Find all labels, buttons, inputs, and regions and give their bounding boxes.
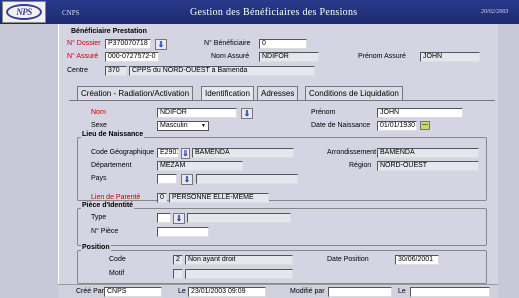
departement-field[interactable]: MEZAM [157,161,243,171]
sexe-label: Sexe [91,122,107,129]
nom-assure-label: Nom Assuré [211,53,250,60]
lien-parente-label: Lien de Parenté [91,194,141,201]
pays-name-field[interactable] [196,174,298,184]
region-field[interactable]: NORD-OUEST [377,161,479,171]
modifie-le-label: Le [398,288,406,295]
app-title: Gestion des Bénéficiaires des Pensions [190,7,358,18]
prenom-label: Prénom [311,109,336,116]
down-arrow-icon: ⇓ [175,214,183,223]
piece-identite-title: Pièce d'Identité [81,202,135,209]
num-benef-field[interactable]: 0 [259,39,307,49]
position-code-num[interactable]: 2 [173,255,183,265]
pays-label: Pays [91,175,107,182]
pays-lookup-button[interactable]: ⇓ [181,174,193,185]
prenom-assure-label: Prénom Assuré [358,53,406,60]
position-code-label: Code [109,256,126,263]
code-geo-label: Code Géographique [91,149,155,156]
title-bar: NPS CNPS Gestion des Bénéficiaires des P… [0,0,519,24]
modifie-le-field[interactable] [410,287,490,297]
motif-label: Motif [109,270,125,277]
cree-le-field[interactable]: 23/01/2003 09:09 [188,287,266,297]
down-arrow-icon: ⇓ [182,149,189,158]
departement-label: Département [91,162,132,169]
cree-par-field[interactable]: CNPS [104,287,162,297]
arrondissement-field[interactable]: BAMENDA [377,148,479,158]
arrondissement-label: Arrondissement [327,149,377,156]
nom-label: Nom [91,109,106,116]
centre-label: Centre [67,67,89,74]
sexe-value: Masculin [160,122,188,129]
prenom-field[interactable]: JOHN [377,108,463,118]
section-title-beneficiary: Bénéficiaire Prestation [71,28,147,35]
dossier-label: N° Dossier [67,40,101,47]
lieu-naissance-title: Lieu de Naissance [81,131,145,138]
lien-parente-code[interactable]: 0 [157,193,167,203]
numero-piece-label: N° Pièce [91,228,119,235]
tab-identification[interactable]: Identification [201,86,254,100]
calendar-icon[interactable] [420,121,430,130]
logo-text: NPS [6,4,42,20]
code-geo-field[interactable]: E2901 [157,148,179,158]
chevron-down-icon: ▼ [201,123,206,129]
centre-code-field[interactable]: 370 [105,66,127,76]
dossier-lookup-button[interactable]: ⇓ [155,39,167,50]
header-date: 20/02/2003 [481,9,509,15]
type-piece-label: Type [91,214,107,221]
lien-parente-field[interactable]: PERSONNE ELLE-MÊME [169,193,269,203]
tab-creation-radiation[interactable]: Création - Radiation/Activation [77,86,194,100]
assure-label: N° Assuré [67,53,99,60]
date-naissance-field[interactable]: 01/01/1930 [377,121,417,131]
tab-conditions-liquidation[interactable]: Conditions de Liquidation [305,86,403,100]
assure-field[interactable]: 000-0727572-0 [105,52,159,62]
num-benef-label: N° Bénéficiaire [204,40,251,47]
cree-le-label: Le [178,288,186,295]
modifie-par-field[interactable] [328,287,392,297]
down-arrow-icon: ⇓ [183,175,191,184]
nom-assure-field[interactable]: NDIFOR [259,52,319,62]
tab-divider [69,100,495,101]
type-piece-name-field[interactable] [187,213,291,223]
motif-field[interactable] [185,269,293,279]
code-geo-name-field[interactable]: BAMENDA [192,148,294,158]
position-code-field[interactable]: Non ayant droit [185,255,293,265]
down-arrow-icon: ⇓ [243,109,251,118]
down-arrow-icon: ⇓ [157,40,165,49]
date-position-label: Date Position [327,256,369,263]
centre-name-field[interactable]: CPPS du NORD-OUEST à Bamenda [129,66,315,76]
cnps-logo: NPS [2,1,46,23]
dossier-field[interactable]: P370070718 [105,39,151,49]
numero-piece-field[interactable] [157,227,209,237]
org-name: CNPS [62,9,80,17]
code-geo-lookup-button[interactable]: ⇓ [181,148,190,159]
audit-footer: Créé Par CNPS Le 23/01/2003 09:09 Modifi… [58,284,498,298]
nom-lookup-button[interactable]: ⇓ [241,108,253,119]
modifie-par-label: Modifié par [290,288,325,295]
motif-code[interactable] [173,269,183,279]
tab-adresses[interactable]: Adresses [257,86,299,100]
prenom-assure-field[interactable]: JOHN [420,52,480,62]
main-panel: Bénéficiaire Prestation N° Dossier P3700… [58,24,498,298]
region-label: Région [349,162,372,169]
date-naissance-label: Date de Naissance [311,122,371,129]
pays-field[interactable] [157,174,177,184]
type-piece-lookup-button[interactable]: ⇓ [173,213,185,224]
nom-field[interactable]: NDIFOR [157,108,237,118]
type-piece-field[interactable] [157,213,171,223]
position-title: Position [81,244,111,251]
cree-par-label: Créé Par [76,288,105,295]
date-position-field[interactable]: 30/06/2001 [395,255,439,265]
sexe-select[interactable]: Masculin ▼ [157,121,209,131]
